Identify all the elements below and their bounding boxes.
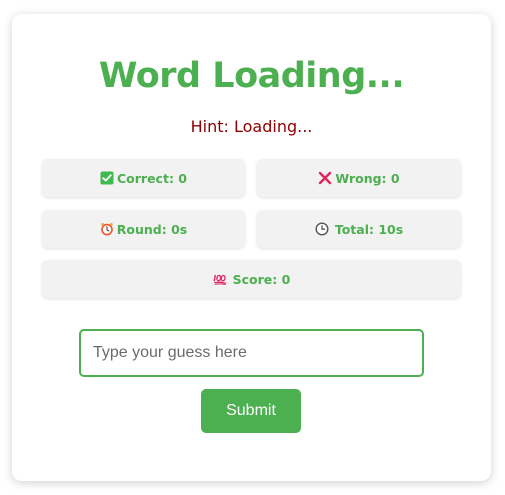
correct-stat: Correct: 0 [42,159,245,197]
round-stat: Round: 0s [42,210,245,248]
total-label: Total: 10s [334,221,404,237]
wrong-label: Wrong: 0 [335,170,400,186]
cross-mark-icon [318,171,332,185]
alarm-clock-icon [100,222,114,236]
wrong-stat: Wrong: 0 [257,159,461,197]
check-box-icon [100,171,114,185]
submit-button[interactable]: Submit [201,389,301,433]
hint-text: Hint: Loading... [190,117,313,136]
hundred-points-icon [213,272,227,286]
round-label: Round: 0s [116,221,188,237]
clock-icon [315,222,329,236]
correct-label: Correct: 0 [116,170,187,186]
score-stat: Score: 0 [42,260,461,298]
game-card: Word Loading... Hint: Loading... Correct… [12,14,491,481]
total-stat: Total: 10s [257,210,461,248]
score-label: Score: 0 [232,271,291,287]
guess-input[interactable] [79,329,424,377]
word-title: Word Loading... [98,56,405,96]
